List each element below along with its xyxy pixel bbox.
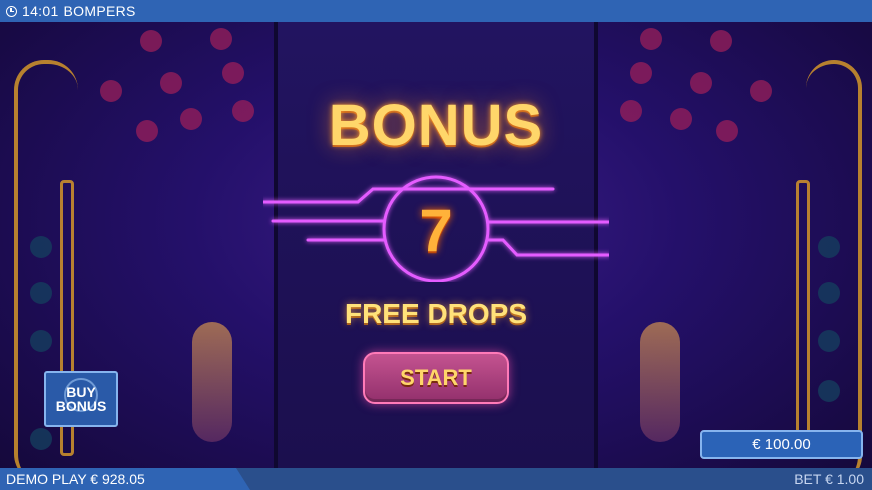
- bet-amount: BET € 1.00: [794, 471, 864, 487]
- buy-bonus-button[interactable]: BUY BONUS: [44, 371, 118, 427]
- free-drops-label: FREE DROPS: [344, 298, 528, 329]
- bumper-dot: [630, 62, 652, 84]
- bumper-dot: [690, 72, 712, 94]
- bumper-dot: [160, 72, 182, 94]
- start-button[interactable]: START: [363, 352, 509, 404]
- top-bar: 14:01 BOMPERS: [0, 0, 872, 22]
- buy-bonus-label-line1: BUY: [66, 384, 96, 400]
- light-dot: [818, 380, 840, 402]
- bumper-dot: [710, 30, 732, 52]
- light-dot: [30, 236, 52, 258]
- bumper-dot: [222, 62, 244, 84]
- game-name-label: BOMPERS: [63, 3, 136, 19]
- bumper-dot: [210, 28, 232, 50]
- light-dot: [818, 330, 840, 352]
- time-label: 14:01: [22, 3, 59, 19]
- free-drops-count: 7: [419, 197, 453, 264]
- demo-play-balance: DEMO PLAY € 928.05: [0, 468, 250, 490]
- buy-bonus-label-line2: BONUS: [55, 398, 107, 414]
- balance-display[interactable]: € 100.00: [700, 430, 863, 459]
- header-title: 14:01 BOMPERS: [22, 3, 136, 19]
- light-dot: [30, 428, 52, 450]
- start-button-label: START: [400, 365, 472, 390]
- left-flipper-decoration: [192, 322, 232, 442]
- light-dot: [818, 236, 840, 258]
- light-dot: [30, 330, 52, 352]
- bottom-bar: DEMO PLAY € 928.05 BET € 1.00: [0, 468, 872, 490]
- game-screen: 14:01 BOMPERS BONUS 7 FREE DROPS START B…: [0, 0, 872, 490]
- bonus-title: BONUS: [328, 93, 544, 158]
- bumper-dot: [140, 30, 162, 52]
- bumper-dot: [640, 28, 662, 50]
- right-flipper-decoration: [640, 322, 680, 442]
- clock-icon: [6, 5, 17, 17]
